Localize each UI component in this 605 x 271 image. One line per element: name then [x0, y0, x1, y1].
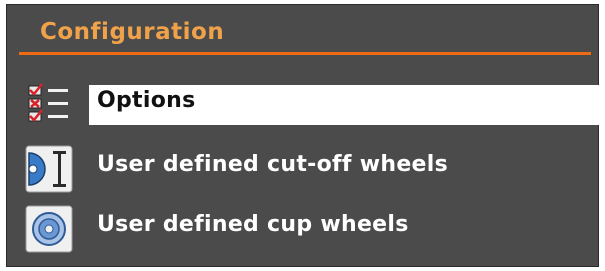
checklist-icon [25, 81, 73, 129]
panel-title: Configuration [40, 19, 225, 45]
menu-item-options[interactable]: Options [23, 77, 599, 133]
menu-item-label: User defined cup wheels [97, 212, 409, 237]
menu-item-cut-off-wheels[interactable]: User defined cut-off wheels [23, 141, 593, 197]
configuration-panel: Configuration Options User defined cut-o… [6, 4, 599, 267]
menu-item-label: Options [97, 88, 196, 113]
cut-off-wheel-icon [25, 145, 73, 193]
cup-wheel-icon [25, 205, 73, 253]
title-divider [19, 52, 591, 55]
menu-item-label: User defined cut-off wheels [97, 152, 448, 177]
menu-item-cup-wheels[interactable]: User defined cup wheels [23, 201, 593, 257]
